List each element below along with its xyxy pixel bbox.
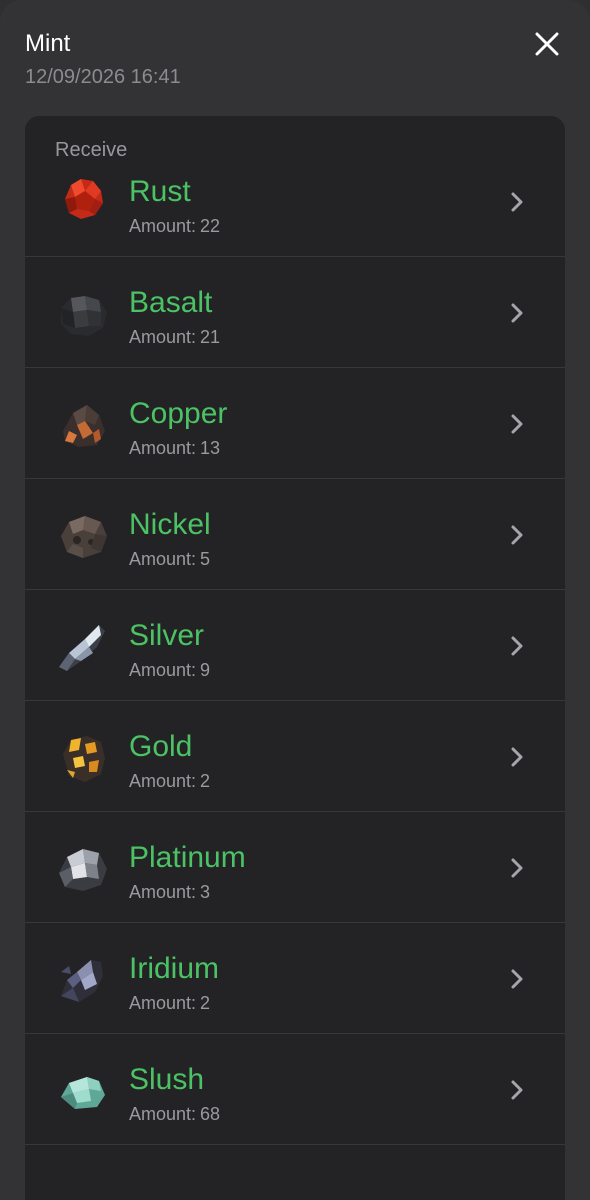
nickel-ore-icon [61,516,107,558]
chevron-right-icon [511,858,523,878]
amount-prefix: Amount: [129,216,197,236]
amount-prefix: Amount: [129,1104,197,1124]
amount-prefix: Amount: [129,549,197,569]
item-amount: Amount: 2 [129,992,210,1014]
amount-prefix: Amount: [129,993,197,1013]
amount-value: 22 [200,216,221,236]
amount-value: 2 [200,993,211,1013]
chevron-right-icon [511,192,523,212]
slush-ore-icon [61,1077,105,1109]
item-name: Rust [129,175,191,208]
chevron-right-icon [511,1080,523,1100]
amount-prefix: Amount: [129,327,197,347]
amount-prefix: Amount: [129,882,197,902]
amount-prefix: Amount: [129,771,197,791]
item-amount: Amount: 5 [129,548,210,570]
list-item-platinum[interactable]: Platinum Amount: 3 [25,811,565,923]
chevron-right-icon [511,525,523,545]
item-amount: Amount: 9 [129,659,210,681]
chevron-right-icon [511,636,523,656]
item-name: Copper [129,397,228,430]
amount-value: 3 [200,882,211,902]
gold-ore-icon [63,736,105,782]
chevron-right-icon [511,303,523,323]
close-icon [535,32,559,56]
amount-prefix: Amount: [129,438,197,458]
close-button[interactable] [527,24,567,64]
amount-value: 5 [200,549,211,569]
item-name: Platinum [129,841,246,874]
amount-value: 9 [200,660,211,680]
amount-value: 68 [200,1104,221,1124]
iridium-ore-icon [61,960,103,1002]
item-amount: Amount: 22 [129,215,220,237]
receive-list-card: Receive Rust Amount: 22 Basalt Amount: 2… [25,116,565,1200]
item-amount: Amount: 2 [129,770,210,792]
list-item-gold[interactable]: Gold Amount: 2 [25,700,565,812]
item-amount: Amount: 3 [129,881,210,903]
item-name: Gold [129,730,193,763]
chevron-right-icon [511,414,523,434]
item-name: Slush [129,1063,205,1096]
item-amount: Amount: 68 [129,1103,220,1125]
list-item-copper[interactable]: Copper Amount: 13 [25,367,565,479]
platinum-ore-icon [59,849,107,891]
list-item-silver[interactable]: Silver Amount: 9 [25,589,565,701]
item-name: Silver [129,619,205,652]
amount-value: 21 [200,327,221,347]
list-item-nickel[interactable]: Nickel Amount: 5 [25,478,565,590]
item-name: Basalt [129,286,213,319]
rust-ore-icon [65,179,103,219]
mint-sheet: Mint 12/09/2026 16:41 Receive Rust Amoun… [0,0,590,1200]
chevron-right-icon [511,747,523,767]
copper-ore-icon [63,405,105,447]
amount-prefix: Amount: [129,660,197,680]
chevron-right-icon [511,969,523,989]
list-item-rust[interactable]: Rust Amount: 22 [25,145,565,257]
timestamp: 12/09/2026 16:41 [25,66,181,88]
basalt-ore-icon [61,296,107,336]
item-name: Nickel [129,508,211,541]
item-name: Iridium [129,952,220,985]
list-item-iridium[interactable]: Iridium Amount: 2 [25,922,565,1034]
item-amount: Amount: 21 [129,326,220,348]
amount-value: 2 [200,771,211,791]
item-amount: Amount: 13 [129,437,220,459]
silver-ore-icon [59,625,105,671]
list-item-basalt[interactable]: Basalt Amount: 21 [25,256,565,368]
amount-value: 13 [200,438,221,458]
page-title: Mint [25,30,71,57]
list-item-slush[interactable]: Slush Amount: 68 [25,1033,565,1145]
